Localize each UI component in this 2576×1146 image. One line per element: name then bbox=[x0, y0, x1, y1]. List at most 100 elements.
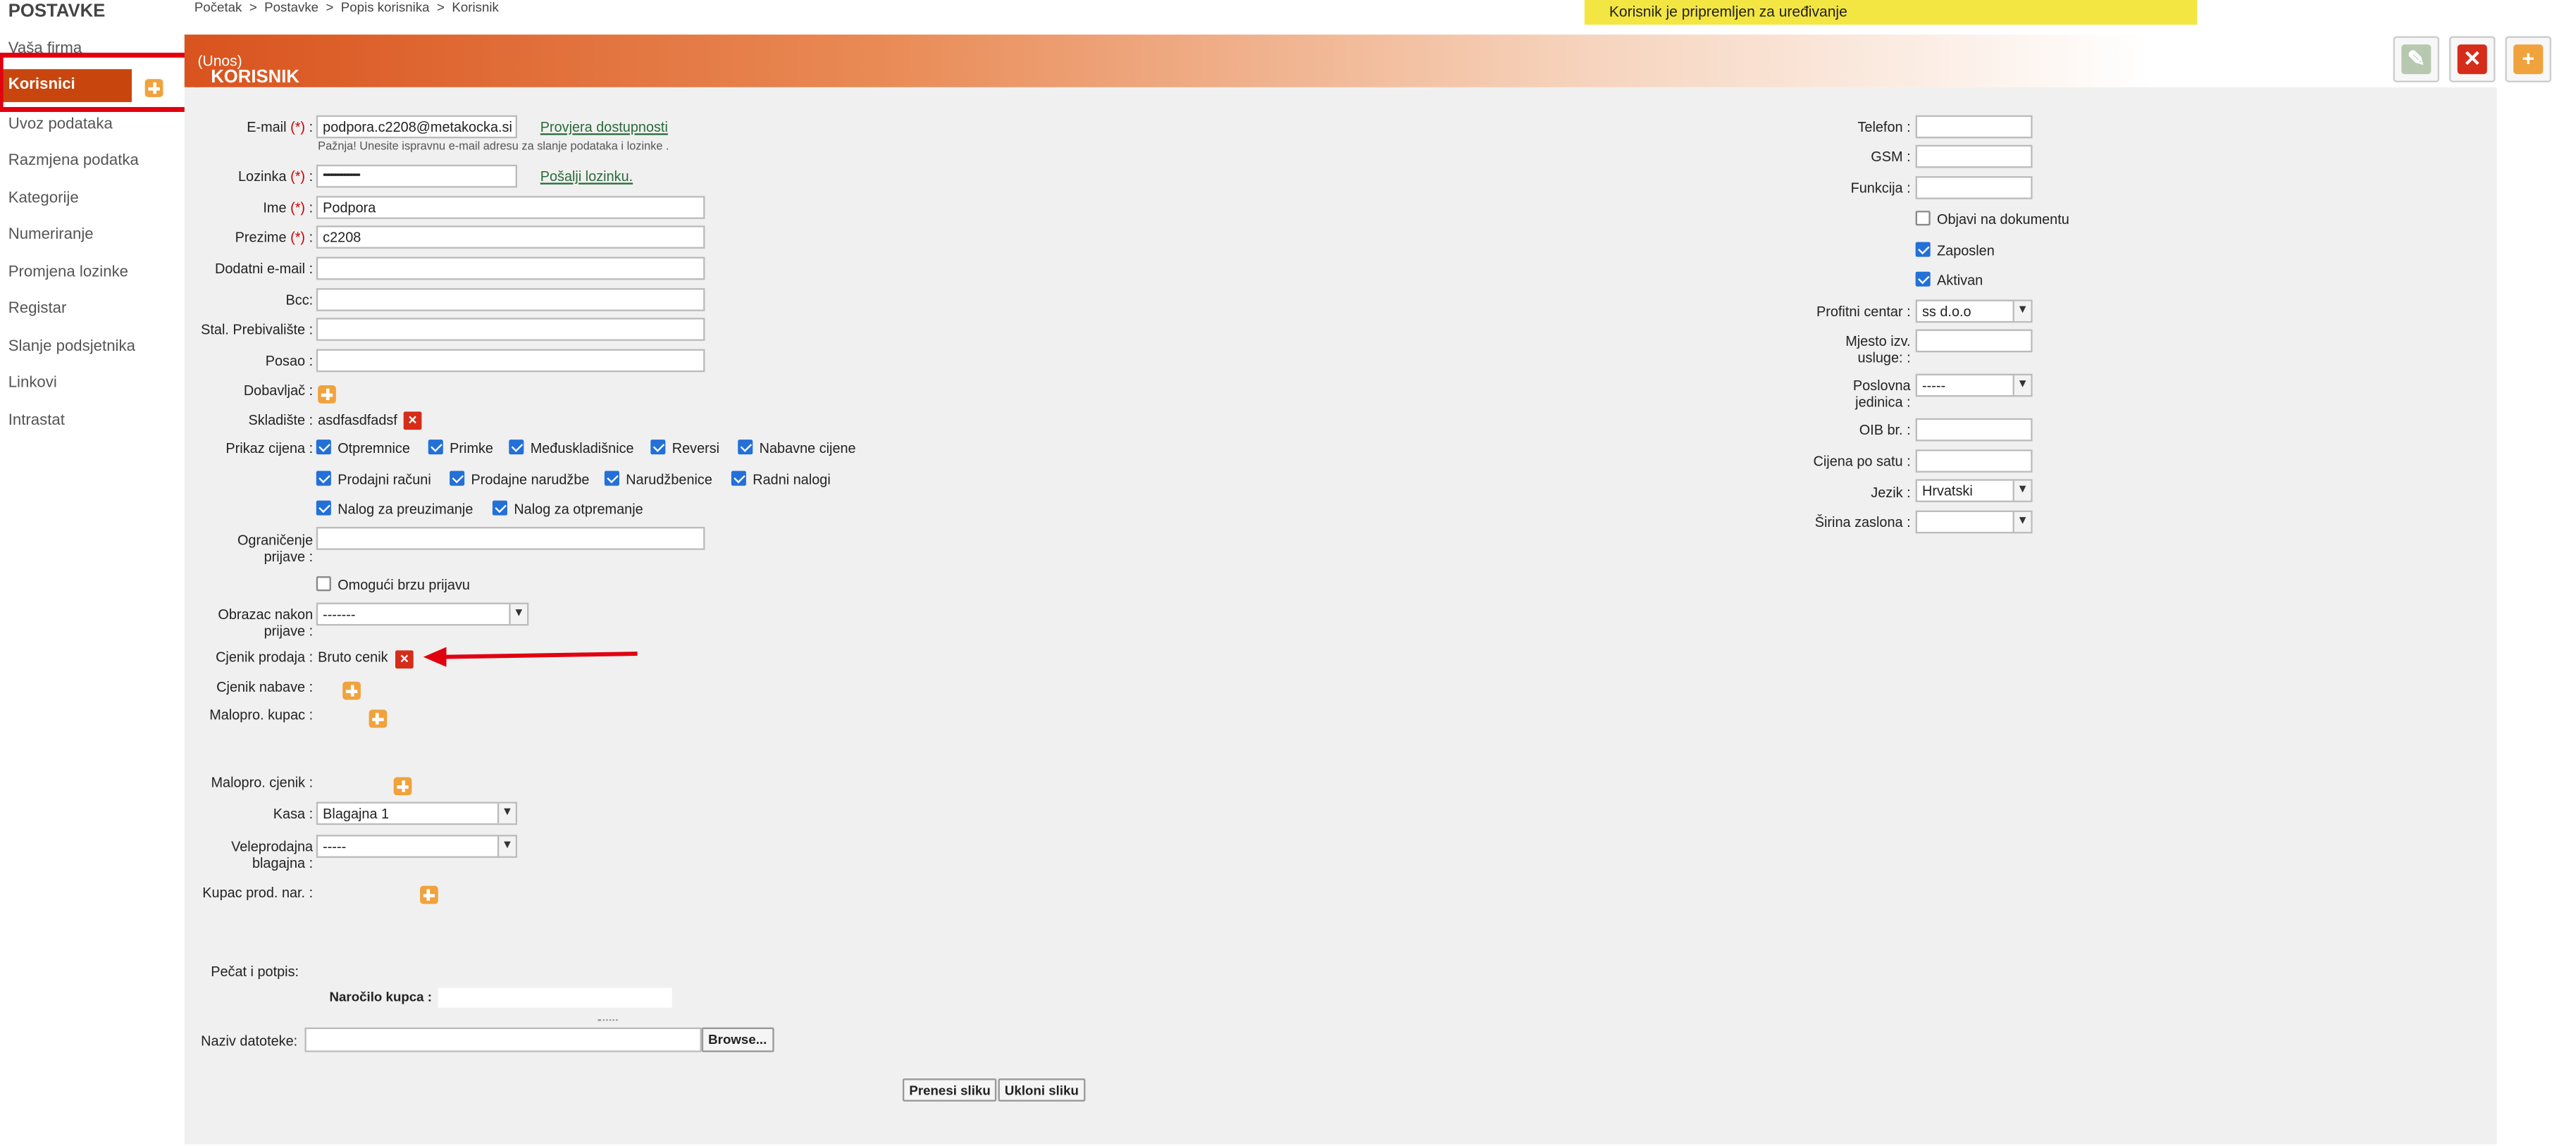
checkbox-radni-nalogi[interactable] bbox=[731, 471, 746, 486]
breadcrumb-user: Korisnik bbox=[452, 0, 499, 15]
quick-login-checkbox[interactable] bbox=[316, 576, 331, 592]
job-label: Posao : bbox=[265, 352, 314, 369]
last-name-label: Prezime (*) : bbox=[235, 228, 314, 246]
sidebar-item-lozinka[interactable]: Promjena lozinke bbox=[8, 263, 128, 282]
sidebar-item-podsjetnik[interactable]: Slanje podsjetnika bbox=[8, 337, 135, 356]
service-place-label: Mjesto izv. usluge: : bbox=[1845, 332, 1911, 366]
checkbox-otpremnice[interactable] bbox=[316, 440, 331, 455]
chevron-down-icon: ▼ bbox=[2012, 511, 2031, 532]
sidebar-item-intrastat[interactable]: Intrastat bbox=[8, 411, 65, 430]
email-note: Pažnja! Unesite ispravnu e-mail adresu z… bbox=[318, 142, 669, 154]
wholesale-select[interactable]: ----- ▼ bbox=[316, 835, 518, 858]
chevron-down-icon: ▼ bbox=[497, 803, 516, 823]
purchase-price-label: Cjenik nabave : bbox=[216, 678, 314, 695]
warehouse-label: Skladište : bbox=[248, 411, 314, 428]
hourly-rate-field[interactable] bbox=[1915, 449, 2033, 473]
bcc-field[interactable] bbox=[316, 288, 705, 311]
close-icon: ✕ bbox=[2457, 44, 2487, 75]
add-supplier-icon[interactable] bbox=[318, 385, 336, 404]
sidebar-item-kategorije[interactable]: Kategorije bbox=[8, 189, 79, 208]
edit-button[interactable]: ✎ bbox=[2393, 36, 2439, 82]
breadcrumb-settings[interactable]: Postavke bbox=[264, 0, 318, 15]
breadcrumb-home[interactable]: Početak bbox=[194, 0, 242, 15]
gsm-label: GSM : bbox=[1871, 148, 1911, 165]
wholesale-label: Veleprodajna blagajna : bbox=[231, 837, 314, 871]
upload-image-button[interactable]: Prenesi sliku bbox=[903, 1078, 998, 1102]
checkbox-prodajni-racuni[interactable] bbox=[316, 471, 331, 486]
job-field[interactable] bbox=[316, 349, 705, 373]
delete-button[interactable]: ✕ bbox=[2449, 36, 2496, 82]
page-title: KORISNIK (Unos) bbox=[197, 52, 299, 87]
chevron-down-icon: ▼ bbox=[509, 604, 528, 624]
remove-warehouse-icon[interactable]: × bbox=[403, 411, 422, 430]
browse-button[interactable]: Browse... bbox=[701, 1027, 774, 1052]
breadcrumb-users[interactable]: Popis korisnika bbox=[341, 0, 430, 15]
email-label: E-mail (*) : bbox=[247, 118, 314, 135]
oib-field[interactable] bbox=[1915, 418, 2033, 442]
employed-label: Zaposlen bbox=[1937, 242, 1995, 259]
chevron-down-icon: ▼ bbox=[2012, 301, 2031, 321]
sidebar-heading: POSTAVKE bbox=[8, 1, 106, 22]
retail-customer-label: Malopro. kupac : bbox=[209, 706, 314, 723]
profit-center-select[interactable]: ss d.o.o ▼ bbox=[1915, 299, 2033, 323]
active-checkbox[interactable] bbox=[1915, 271, 1931, 287]
send-password-link[interactable]: Pošalji lozinku. bbox=[540, 168, 633, 184]
first-name-field[interactable]: Podpora bbox=[316, 196, 705, 219]
checkbox-primke[interactable] bbox=[428, 440, 443, 455]
screen-width-select[interactable]: ▼ bbox=[1915, 510, 2033, 534]
checkbox-nalog-otpremanje[interactable] bbox=[492, 500, 507, 516]
sidebar-item-numeriranje[interactable]: Numeriranje bbox=[8, 225, 94, 244]
check-availability-link[interactable]: Provjera dostupnosti bbox=[540, 118, 668, 135]
publish-checkbox[interactable] bbox=[1915, 211, 1931, 226]
status-banner: Korisnik je pripremljen za uređivanje bbox=[1584, 0, 2198, 25]
sidebar-item-registar[interactable]: Registar bbox=[8, 299, 67, 318]
gsm-field[interactable] bbox=[1915, 144, 2033, 168]
red-arrow-annotation bbox=[423, 647, 638, 667]
checkbox-narudzbenice[interactable] bbox=[604, 471, 619, 486]
after-login-select[interactable]: ------- ▼ bbox=[316, 602, 529, 626]
add-retail-customer-icon[interactable] bbox=[369, 709, 388, 728]
after-login-label: Obrazac nakon prijave : bbox=[218, 606, 314, 639]
checkbox-nalog-preuzimanje[interactable] bbox=[316, 500, 331, 516]
add-customer-order-icon[interactable] bbox=[419, 885, 438, 904]
email-field[interactable]: podpora.c2208@metakocka.si bbox=[316, 115, 518, 139]
function-label: Funkcija : bbox=[1850, 179, 1911, 197]
remove-sales-price-icon[interactable]: × bbox=[395, 650, 414, 669]
business-unit-select[interactable]: ----- ▼ bbox=[1915, 373, 2033, 397]
phone-field[interactable] bbox=[1915, 115, 2033, 139]
checkbox-prodajne-narudzbe[interactable] bbox=[450, 471, 465, 486]
quick-login-label: Omogući brzu prijavu bbox=[338, 576, 470, 593]
file-name-field[interactable] bbox=[304, 1027, 702, 1052]
residence-field[interactable] bbox=[316, 318, 705, 341]
checkbox-nabavne-cijene[interactable] bbox=[738, 440, 753, 455]
sidebar-item-linkovi[interactable]: Linkovi bbox=[8, 374, 57, 392]
oib-label: OIB br. : bbox=[1859, 421, 1911, 438]
sidebar-item-razmjena[interactable]: Razmjena podatka bbox=[8, 151, 139, 170]
add-button[interactable]: + bbox=[2505, 36, 2551, 82]
cash-label: Kasa : bbox=[273, 805, 314, 822]
password-field[interactable]: •••••••••••••••••••• bbox=[316, 164, 518, 188]
add-purchase-price-icon[interactable] bbox=[343, 681, 361, 700]
pencil-icon: ✎ bbox=[2401, 44, 2432, 75]
phone-label: Telefon : bbox=[1857, 118, 1911, 135]
publish-label: Objavi na dokumentu bbox=[1937, 211, 2069, 228]
employed-checkbox[interactable] bbox=[1915, 242, 1931, 257]
service-place-field[interactable] bbox=[1915, 329, 2033, 353]
screen-width-label: Širina zaslona : bbox=[1814, 513, 1911, 530]
stamp-image-area bbox=[438, 988, 672, 1008]
sidebar-item-uvoz[interactable]: Uvoz podataka bbox=[8, 116, 113, 134]
add-retail-price-icon[interactable] bbox=[394, 777, 413, 796]
plus-icon: + bbox=[2513, 44, 2544, 75]
residence-label: Stal. Prebivalište : bbox=[201, 320, 314, 338]
sales-price-label: Cjenik prodaja : bbox=[216, 649, 314, 666]
login-limit-field[interactable] bbox=[316, 527, 705, 550]
function-field[interactable] bbox=[1915, 176, 2033, 199]
last-name-field[interactable]: c2208 bbox=[316, 225, 705, 249]
checkbox-medjuskladisnice[interactable] bbox=[509, 440, 524, 455]
language-select[interactable]: Hrvatski ▼ bbox=[1915, 479, 2033, 502]
checkbox-reversi[interactable] bbox=[650, 440, 666, 455]
extra-email-field[interactable] bbox=[316, 256, 705, 280]
cash-select[interactable]: Blagajna 1 ▼ bbox=[316, 802, 518, 826]
extra-email-label: Dodatni e-mail : bbox=[214, 260, 314, 277]
remove-image-button[interactable]: Ukloni sliku bbox=[998, 1078, 1086, 1102]
